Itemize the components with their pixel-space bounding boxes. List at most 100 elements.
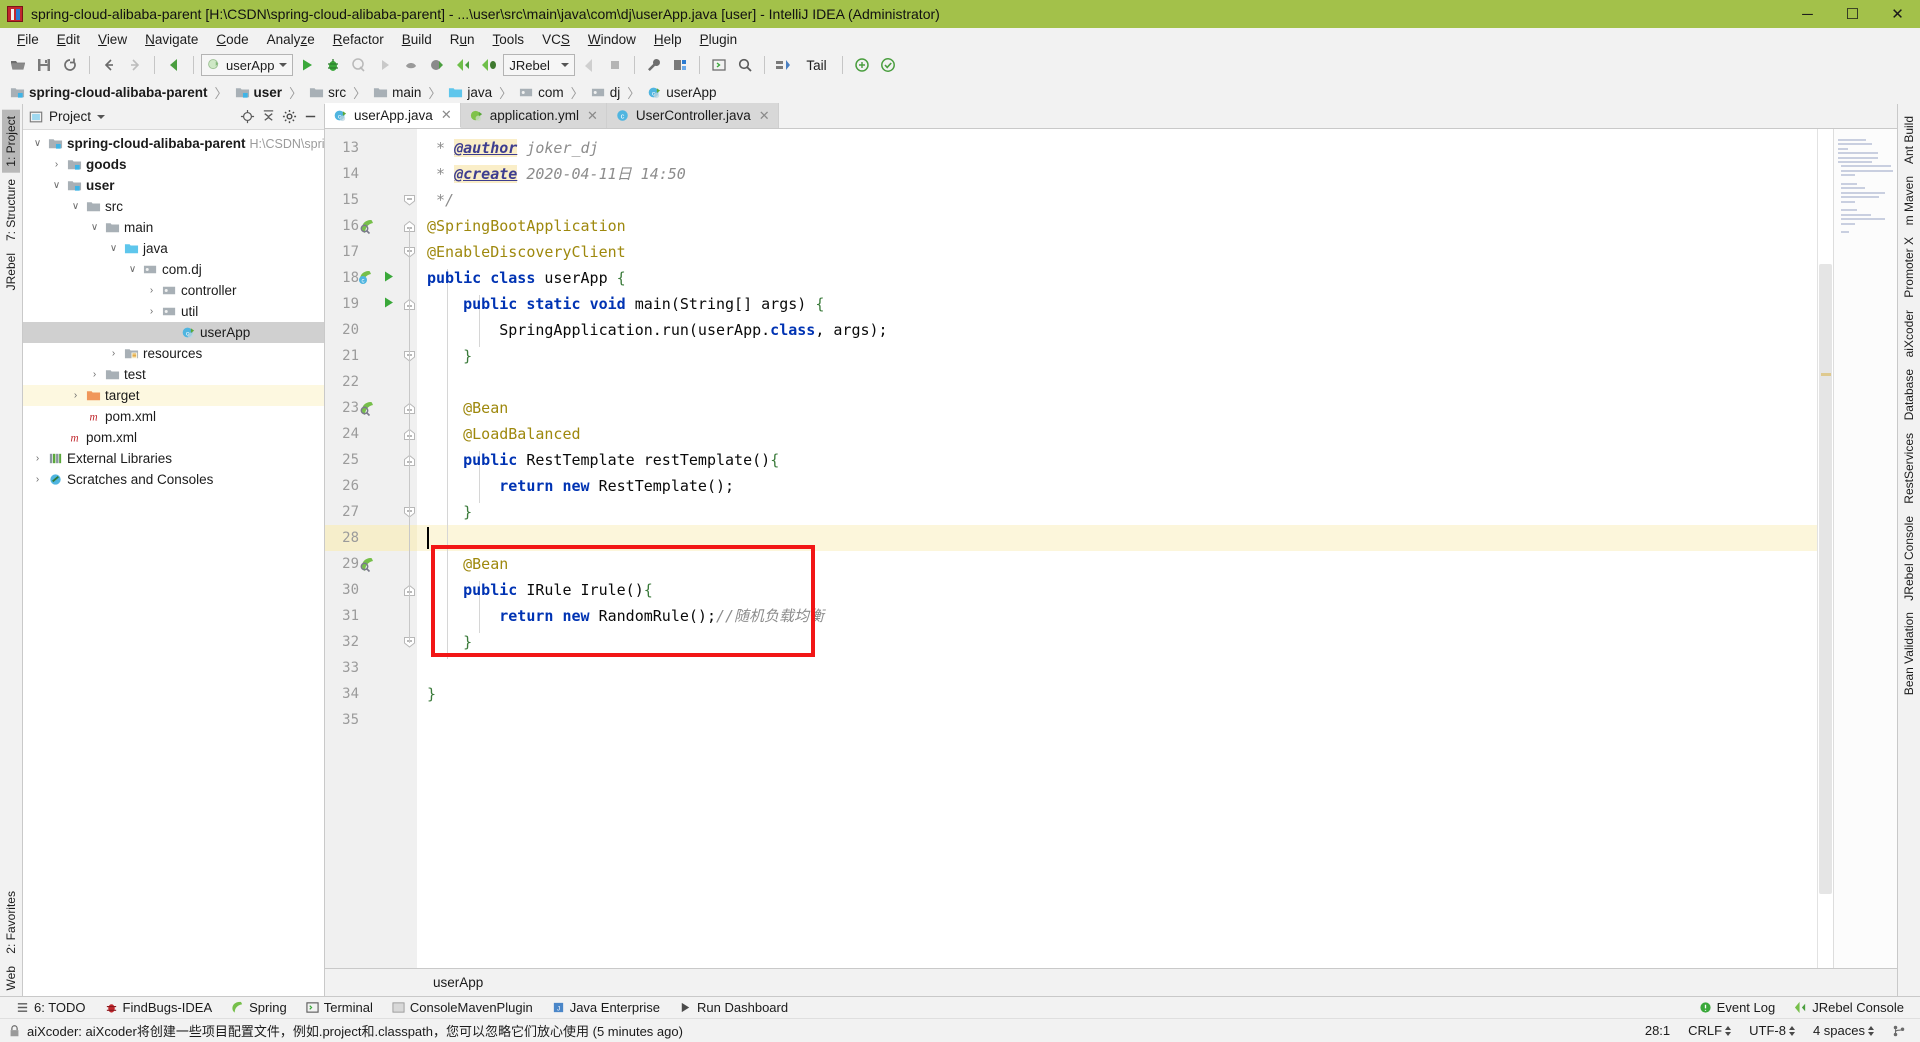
tool-tab-m-maven[interactable]: m Maven <box>1900 170 1918 231</box>
git-branch-icon[interactable] <box>1886 1024 1912 1038</box>
maximize-button[interactable]: ☐ <box>1830 0 1875 28</box>
tree-node-com.dj[interactable]: ∨ com.dj <box>23 259 324 280</box>
menu-item-help[interactable]: Help <box>645 31 691 48</box>
tool-window-event-log[interactable]: Event Log <box>1691 999 1784 1016</box>
back-arrow-icon[interactable] <box>97 53 121 77</box>
menu-item-build[interactable]: Build <box>393 31 441 48</box>
breadcrumb-item-userApp[interactable]: c userApp <box>645 85 718 100</box>
locate-icon[interactable] <box>240 109 255 124</box>
tool-tab-1-project[interactable]: 1: Project <box>2 110 20 173</box>
chevron-down-icon[interactable]: ∨ <box>107 243 120 254</box>
bean-gutter-icon-23[interactable] <box>359 400 376 417</box>
chevron-right-icon[interactable]: › <box>31 453 44 464</box>
menu-item-tools[interactable]: Tools <box>484 31 534 48</box>
build-icon[interactable] <box>577 53 601 77</box>
tree-node-controller[interactable]: › controller <box>23 280 324 301</box>
breadcrumb-item-src[interactable]: src <box>307 85 348 100</box>
settings-gear-icon[interactable] <box>282 109 297 124</box>
commit-icon[interactable] <box>850 53 874 77</box>
lock-icon[interactable] <box>8 1024 21 1038</box>
chevron-down-icon[interactable]: ∨ <box>50 180 63 191</box>
chevron-down-icon[interactable]: ∨ <box>69 201 82 212</box>
scrollbar-thumb[interactable] <box>1819 264 1832 894</box>
jrebel-debug2-icon[interactable] <box>477 53 501 77</box>
tree-node-pom.xml[interactable]: m pom.xml <box>23 406 324 427</box>
run-method-gutter-icon[interactable] <box>382 296 395 309</box>
tool-window-findbugs-idea[interactable]: FindBugs-IDEA <box>97 999 221 1016</box>
tool-window-consolemavenplugin[interactable]: ConsoleMavenPlugin <box>384 999 541 1016</box>
editor-tab-userapp-java[interactable]: c userApp.java ✕ <box>325 103 461 128</box>
menu-item-refactor[interactable]: Refactor <box>324 31 393 48</box>
settings-wrench-icon[interactable] <box>642 53 666 77</box>
code-text-area[interactable]: * @author joker_dj * @create 2020-04-11日… <box>417 129 1817 968</box>
tool-tab-promoter-x[interactable]: Promoter X <box>1900 231 1918 304</box>
close-icon[interactable]: ✕ <box>585 108 598 124</box>
forward-arrow-icon[interactable] <box>123 53 147 77</box>
tree-node-user[interactable]: ∨ user <box>23 175 324 196</box>
chevron-down-icon[interactable]: ∨ <box>126 264 139 275</box>
chevron-down-icon[interactable]: ∨ <box>31 138 44 149</box>
breadcrumb-item-main[interactable]: main <box>371 85 423 100</box>
spring-boot-run-gutter-icon[interactable]: c <box>357 270 376 287</box>
tool-window-run-dashboard[interactable]: Run Dashboard <box>671 999 796 1016</box>
run-with-coverage-icon[interactable] <box>347 53 371 77</box>
editor-tab-usercontroller-java[interactable]: c UserController.java ✕ <box>606 103 779 128</box>
fold-marker-15[interactable] <box>403 194 416 207</box>
tail-label[interactable]: Tail <box>798 58 834 73</box>
run-dashboard-icon[interactable] <box>399 53 423 77</box>
jrebel-debug-icon[interactable] <box>451 53 475 77</box>
tree-node-external-libraries[interactable]: › External Libraries <box>23 448 324 469</box>
hide-icon[interactable] <box>303 109 318 124</box>
spring-bean-gutter-icon[interactable] <box>359 218 376 235</box>
indent-selector[interactable]: 4 spaces <box>1807 1023 1880 1038</box>
menu-item-edit[interactable]: Edit <box>48 31 89 48</box>
run-configuration-selector[interactable]: userApp <box>201 54 294 76</box>
breadcrumb-item-dj[interactable]: dj <box>589 85 623 100</box>
jrebel-run-icon[interactable] <box>425 53 449 77</box>
tree-node-java[interactable]: ∨ java <box>23 238 324 259</box>
tree-node-userapp[interactable]: c userApp <box>23 322 324 343</box>
encoding-selector[interactable]: UTF-8 <box>1743 1023 1801 1038</box>
chevron-right-icon[interactable]: › <box>69 390 82 401</box>
tool-tab-web[interactable]: Web <box>2 960 20 996</box>
undo-icon[interactable] <box>162 53 186 77</box>
menu-item-window[interactable]: Window <box>579 31 645 48</box>
chevron-right-icon[interactable]: › <box>31 474 44 485</box>
run-icon[interactable] <box>295 53 319 77</box>
project-view-chevron-icon[interactable] <box>97 114 106 119</box>
tree-node-spring-cloud-alibaba-parent[interactable]: ∨ spring-cloud-alibaba-parent H:\CSDN\spri… <box>23 133 324 154</box>
editor-gutter[interactable]: 13 14 15 16 17 18 19 20 21 22 23 24 25 26 27 28 29 30 31 32… <box>325 129 417 968</box>
run-gutter-icon[interactable] <box>382 270 395 283</box>
close-button[interactable]: ✕ <box>1875 0 1920 28</box>
code-minimap[interactable] <box>1833 129 1897 968</box>
bean-gutter-icon-29[interactable] <box>359 556 376 573</box>
minimize-button[interactable]: ─ <box>1785 0 1830 28</box>
tree-node-target[interactable]: › target <box>23 385 324 406</box>
checkmark-icon[interactable] <box>876 53 900 77</box>
tree-node-test[interactable]: › test <box>23 364 324 385</box>
tool-tab-2-favorites[interactable]: 2: Favorites <box>2 885 20 960</box>
menu-item-run[interactable]: Run <box>441 31 484 48</box>
terminal-icon[interactable] <box>707 53 731 77</box>
tree-node-main[interactable]: ∨ main <box>23 217 324 238</box>
line-separator-selector[interactable]: CRLF <box>1682 1023 1737 1038</box>
tool-tab-ant-build[interactable]: Ant Build <box>1900 110 1918 170</box>
caret-position[interactable]: 28:1 <box>1639 1023 1676 1038</box>
tool-tab-database[interactable]: Database <box>1900 363 1918 426</box>
project-structure-icon[interactable] <box>668 53 692 77</box>
editor-tab-application-yml[interactable]: application.yml ✕ <box>460 103 607 128</box>
tree-node-util[interactable]: › util <box>23 301 324 322</box>
tool-window-spring[interactable]: Spring <box>223 999 295 1016</box>
chevron-right-icon[interactable]: › <box>145 306 158 317</box>
tool-tab-7-structure[interactable]: 7: Structure <box>2 173 20 247</box>
tool-tab-bean-validation[interactable]: Bean Validation <box>1900 606 1918 701</box>
menu-item-file[interactable]: File <box>8 31 48 48</box>
profiler-icon[interactable] <box>373 53 397 77</box>
tree-node-pom.xml[interactable]: m pom.xml <box>23 427 324 448</box>
tree-node-resources[interactable]: › resources <box>23 343 324 364</box>
chevron-down-icon[interactable]: ∨ <box>88 222 101 233</box>
menu-item-view[interactable]: View <box>89 31 136 48</box>
chevron-right-icon[interactable]: › <box>88 369 101 380</box>
close-icon[interactable]: ✕ <box>757 108 770 124</box>
tree-node-goods[interactable]: › goods <box>23 154 324 175</box>
